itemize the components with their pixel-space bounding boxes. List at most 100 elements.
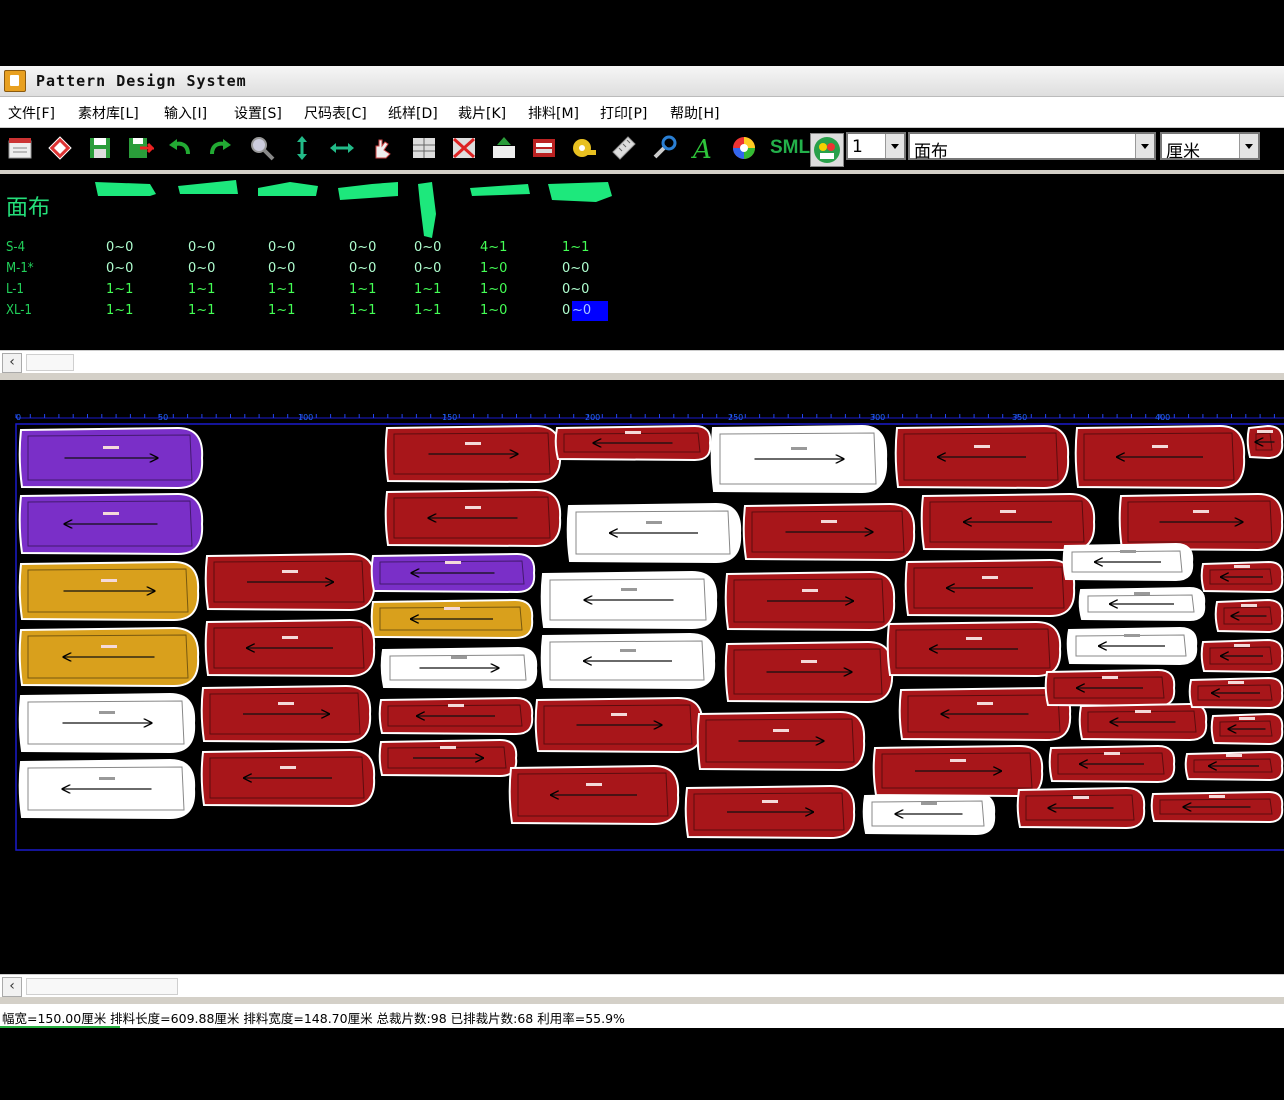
pattern-piece[interactable]: [1184, 750, 1284, 782]
count-cell[interactable]: 1~1: [414, 303, 441, 318]
count-cell[interactable]: 0~0: [414, 240, 441, 255]
layer-select[interactable]: 1: [846, 132, 906, 160]
menu-pattern[interactable]: 纸样[D]: [388, 103, 438, 123]
pattern-piece[interactable]: [872, 744, 1044, 798]
pattern-piece[interactable]: [18, 426, 204, 490]
count-cell[interactable]: 0~0: [562, 282, 589, 297]
count-cell[interactable]: 0~0: [562, 261, 589, 276]
pattern-piece[interactable]: [370, 552, 536, 594]
scroll-left-icon[interactable]: ‹: [2, 353, 22, 373]
pattern-piece[interactable]: [862, 792, 996, 836]
pattern-piece[interactable]: [920, 492, 1096, 552]
sml-icon[interactable]: SML: [770, 137, 810, 159]
pattern-piece[interactable]: [380, 646, 538, 690]
pattern-piece[interactable]: [1062, 542, 1194, 582]
measure-tape-icon[interactable]: [570, 134, 598, 162]
count-cell[interactable]: 1~1: [349, 303, 376, 318]
pattern-piece[interactable]: [508, 764, 680, 826]
pattern-piece[interactable]: [1214, 598, 1284, 634]
grid-icon[interactable]: [410, 134, 438, 162]
scroll-left-icon[interactable]: ‹: [2, 977, 22, 997]
piece-thumb-6[interactable]: [470, 184, 530, 196]
piece-thumb-3[interactable]: [258, 182, 318, 196]
count-cell[interactable]: 1~1: [188, 303, 215, 318]
save-icon[interactable]: [86, 134, 114, 162]
pattern-piece[interactable]: [1150, 790, 1284, 824]
piece-thumb-4[interactable]: [338, 182, 398, 200]
menu-library[interactable]: 素材库[L]: [78, 103, 139, 123]
pattern-piece[interactable]: [724, 640, 894, 704]
count-cell[interactable]: 0~0: [414, 261, 441, 276]
count-cell[interactable]: 1~0: [480, 303, 507, 318]
pattern-piece[interactable]: [1078, 702, 1208, 742]
piece-thumb-2[interactable]: [178, 180, 238, 194]
pattern-piece[interactable]: [18, 626, 200, 688]
count-cell[interactable]: 0~0: [349, 240, 376, 255]
count-cell[interactable]: 1~1: [349, 282, 376, 297]
pattern-piece[interactable]: [1074, 424, 1246, 490]
count-cell[interactable]: 1~1: [562, 240, 589, 255]
fabric-icon[interactable]: [530, 134, 558, 162]
menu-marker[interactable]: 排料[M]: [528, 103, 579, 123]
hand-icon[interactable]: [368, 134, 396, 162]
count-cell[interactable]: 0~0: [106, 240, 133, 255]
pattern-piece[interactable]: [204, 618, 376, 678]
horizontal-move-icon[interactable]: [328, 134, 356, 162]
pattern-piece[interactable]: [696, 710, 866, 772]
pattern-piece[interactable]: [1048, 744, 1176, 784]
export-icon[interactable]: [490, 134, 518, 162]
pattern-piece[interactable]: [724, 570, 896, 632]
panel-hscrollbar[interactable]: ‹: [0, 350, 1284, 373]
scroll-thumb[interactable]: [26, 978, 178, 995]
pattern-piece[interactable]: [684, 784, 856, 840]
menu-settings[interactable]: 设置[S]: [234, 103, 282, 123]
redo-icon[interactable]: [206, 134, 234, 162]
count-cell[interactable]: 1~1: [106, 303, 133, 318]
pattern-piece[interactable]: [1078, 586, 1206, 622]
pattern-piece[interactable]: [534, 696, 704, 754]
pattern-piece[interactable]: [1246, 424, 1284, 460]
pattern-piece[interactable]: [1210, 712, 1284, 746]
pattern-piece[interactable]: [384, 424, 562, 484]
canvas-hscrollbar[interactable]: ‹: [0, 974, 1284, 997]
pattern-piece[interactable]: [200, 684, 372, 744]
color-icon[interactable]: [730, 134, 758, 162]
pattern-piece[interactable]: [554, 424, 712, 462]
text-icon[interactable]: A: [690, 134, 718, 162]
piece-thumb-1[interactable]: [95, 182, 156, 196]
pattern-piece[interactable]: [204, 552, 376, 612]
pattern-piece[interactable]: [370, 598, 534, 640]
pattern-piece[interactable]: [742, 502, 916, 562]
piece-thumb-5[interactable]: [418, 182, 436, 238]
count-cell[interactable]: 1~1: [414, 282, 441, 297]
count-cell[interactable]: 0~0: [268, 261, 295, 276]
pattern-piece[interactable]: [1188, 676, 1284, 710]
ruler-icon[interactable]: [610, 134, 638, 162]
count-cell[interactable]: 0~0: [349, 261, 376, 276]
open-icon[interactable]: [46, 134, 74, 162]
pattern-piece[interactable]: [1044, 668, 1176, 708]
count-cell[interactable]: 0~0: [188, 261, 215, 276]
user-icon[interactable]: [810, 133, 844, 167]
menu-file[interactable]: 文件[F]: [8, 103, 55, 123]
pattern-piece[interactable]: [540, 570, 718, 630]
pattern-piece[interactable]: [904, 558, 1076, 618]
pattern-piece[interactable]: [378, 738, 518, 778]
selected-cell[interactable]: ~0: [572, 301, 608, 321]
piece-thumb-7[interactable]: [548, 182, 612, 202]
count-cell[interactable]: 1~1: [188, 282, 215, 297]
menu-help[interactable]: 帮助[H]: [670, 103, 719, 123]
count-cell[interactable]: 1~1: [106, 282, 133, 297]
menu-size-chart[interactable]: 尺码表[C]: [304, 103, 367, 123]
pattern-piece[interactable]: [384, 488, 562, 548]
zoom-icon[interactable]: [248, 134, 276, 162]
pattern-piece[interactable]: [540, 632, 716, 690]
pattern-piece[interactable]: [18, 692, 196, 754]
scroll-thumb[interactable]: [26, 354, 74, 371]
vertical-move-icon[interactable]: [288, 134, 316, 162]
pattern-piece[interactable]: [710, 424, 888, 494]
count-cell[interactable]: 0: [562, 303, 570, 318]
pattern-piece[interactable]: [1200, 560, 1284, 594]
count-cell[interactable]: 0~0: [188, 240, 215, 255]
pattern-piece[interactable]: [1066, 626, 1198, 666]
